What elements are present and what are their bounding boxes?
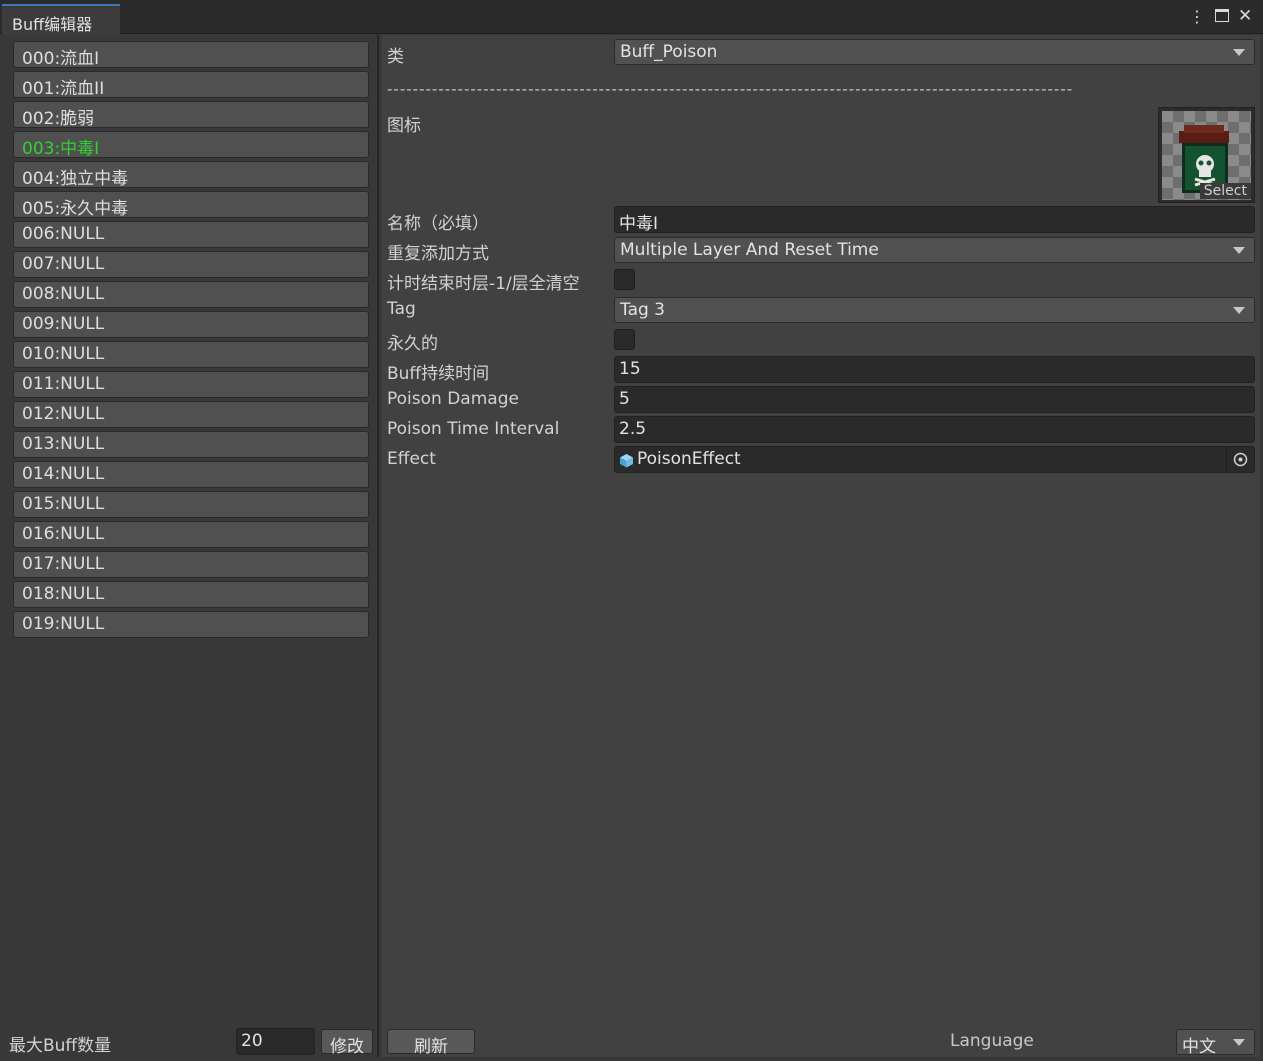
repeat-mode-dropdown[interactable]: Multiple Layer And Reset Time (614, 237, 1255, 263)
poison-damage-field[interactable]: 5 (614, 386, 1255, 413)
icon-label: 图标 (387, 116, 421, 136)
buff-list-item-label: 005:永久中毒 (22, 199, 129, 219)
buff-list-item-label: 010:NULL (22, 344, 105, 364)
class-value: Buff_Poison (620, 42, 718, 62)
window-tab[interactable]: Buff编辑器 (2, 4, 120, 35)
repeat-mode-value: Multiple Layer And Reset Time (620, 240, 879, 260)
permanent-label: 永久的 (387, 334, 438, 354)
buff-list-item[interactable]: 017:NULL (13, 551, 369, 578)
icon-select-button[interactable]: Select (1199, 183, 1251, 199)
title-bar (0, 0, 1263, 34)
buff-list-item[interactable]: 002:脆弱 (13, 101, 369, 129)
buff-list-item[interactable]: 007:NULL (13, 251, 369, 278)
refresh-button-label: 刷新 (414, 1037, 448, 1057)
poison-damage-label: Poison Damage (387, 389, 519, 409)
chevron-down-icon (1233, 247, 1245, 254)
timer-clear-checkbox[interactable] (614, 269, 635, 290)
buff-list-item[interactable]: 009:NULL (13, 311, 369, 338)
buff-list-item-label: 008:NULL (22, 284, 105, 304)
buff-list-item[interactable]: 018:NULL (13, 581, 369, 608)
language-dropdown[interactable]: 中文 (1176, 1029, 1255, 1057)
buff-list-item[interactable]: 019:NULL (13, 611, 369, 638)
buff-list-item-label: 012:NULL (22, 404, 105, 424)
effect-object-field[interactable]: PoisonEffect (614, 446, 1255, 473)
close-icon[interactable]: ✕ (1238, 6, 1252, 26)
buff-list-item-label: 018:NULL (22, 584, 105, 604)
maximize-icon[interactable] (1215, 9, 1229, 22)
tag-value: Tag 3 (620, 300, 665, 320)
modify-button[interactable]: 修改 (321, 1029, 373, 1057)
poison-damage-value: 5 (619, 389, 630, 409)
chevron-down-icon (1233, 49, 1245, 56)
class-label: 类 (387, 47, 404, 67)
buff-list-item[interactable]: 011:NULL (13, 371, 369, 398)
buff-list-item-label: 002:脆弱 (22, 109, 95, 129)
object-picker-button[interactable] (1226, 447, 1254, 472)
modify-button-label: 修改 (330, 1037, 364, 1057)
name-label: 名称（必填） (387, 214, 489, 234)
repeat-mode-label: 重复添加方式 (387, 244, 489, 264)
buff-list-item-label: 006:NULL (22, 224, 105, 244)
max-buff-value: 20 (241, 1031, 263, 1051)
timer-clear-label: 计时结束时层-1/层全清空 (387, 274, 580, 294)
duration-field[interactable]: 15 (614, 356, 1255, 383)
buff-list-item-label: 003:中毒I (22, 139, 100, 159)
effect-label: Effect (387, 449, 436, 469)
buff-list-item[interactable]: 008:NULL (13, 281, 369, 308)
language-label: Language (950, 1031, 1034, 1051)
poison-interval-value: 2.5 (619, 419, 647, 439)
buff-list-item[interactable]: 001:流血II (13, 71, 369, 99)
buff-list-item-label: 019:NULL (22, 614, 105, 634)
buff-list-item-label: 001:流血II (22, 79, 105, 99)
refresh-button[interactable]: 刷新 (387, 1029, 475, 1057)
icon-picker[interactable]: Select (1158, 107, 1255, 203)
window-tab-title: Buff编辑器 (12, 15, 93, 34)
max-buff-label: 最大Buff数量 (9, 1036, 112, 1056)
buff-list-item-label: 011:NULL (22, 374, 105, 394)
buff-list-item-label: 000:流血I (22, 49, 100, 69)
more-options-icon[interactable]: ⋮ (1189, 7, 1205, 26)
buff-list-item[interactable]: 013:NULL (13, 431, 369, 458)
buff-list-item-label: 015:NULL (22, 494, 105, 514)
buff-list-item-label: 007:NULL (22, 254, 105, 274)
buff-list-item[interactable]: 014:NULL (13, 461, 369, 488)
buff-list-item-label: 017:NULL (22, 554, 105, 574)
target-picker-icon (1233, 452, 1248, 467)
buff-list-item-label: 004:独立中毒 (22, 169, 129, 189)
buff-list-item-label: 016:NULL (22, 524, 105, 544)
chevron-down-icon (1233, 307, 1245, 314)
class-dropdown[interactable]: Buff_Poison (614, 39, 1255, 65)
permanent-checkbox[interactable] (614, 329, 635, 350)
tag-label: Tag (387, 299, 416, 319)
buff-list-item-label: 014:NULL (22, 464, 105, 484)
poison-interval-field[interactable]: 2.5 (614, 416, 1255, 443)
buff-list-item[interactable]: 015:NULL (13, 491, 369, 518)
buff-list-item[interactable]: 012:NULL (13, 401, 369, 428)
duration-value: 15 (619, 359, 641, 379)
buff-list-item[interactable]: 000:流血I (13, 41, 369, 69)
buff-list-item[interactable]: 005:永久中毒 (13, 191, 369, 219)
chevron-down-icon (1233, 1039, 1245, 1046)
tag-dropdown[interactable]: Tag 3 (614, 297, 1255, 323)
effect-value: PoisonEffect (637, 449, 741, 469)
name-value: 中毒I (619, 214, 659, 234)
prefab-cube-icon (620, 454, 633, 468)
buff-list-item[interactable]: 010:NULL (13, 341, 369, 368)
buff-list-item[interactable]: 006:NULL (13, 221, 369, 248)
inspector-panel (382, 35, 1260, 1057)
section-divider: ----------------------------------------… (387, 80, 1074, 98)
buff-list-item[interactable]: 003:中毒I (13, 131, 369, 159)
buff-list-item[interactable]: 004:独立中毒 (13, 161, 369, 189)
max-buff-field[interactable]: 20 (236, 1028, 315, 1055)
name-field[interactable]: 中毒I (614, 206, 1255, 234)
buff-list-item-label: 013:NULL (22, 434, 105, 454)
buff-list-item-label: 009:NULL (22, 314, 105, 334)
poison-interval-label: Poison Time Interval (387, 419, 560, 439)
duration-label: Buff持续时间 (387, 364, 490, 384)
buff-list-item[interactable]: 016:NULL (13, 521, 369, 548)
language-value: 中文 (1182, 1037, 1216, 1057)
